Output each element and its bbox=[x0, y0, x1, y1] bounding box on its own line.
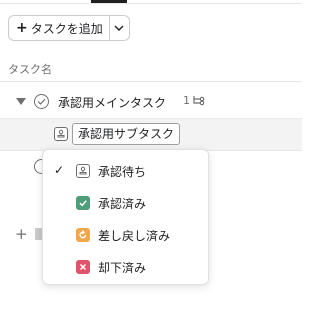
header-divider bbox=[0, 81, 302, 82]
checkmark-icon bbox=[37, 98, 46, 105]
menu-item-label: 承認待ち bbox=[98, 165, 147, 179]
menu-item-rejected[interactable]: 却下済み bbox=[43, 252, 208, 282]
add-task-button[interactable]: + タスクを追加 bbox=[9, 16, 110, 40]
task-row-parent[interactable]: 承認用メインタスク 1 bbox=[0, 90, 302, 114]
subtask-count[interactable]: 1 bbox=[183, 94, 206, 107]
subtask-icon bbox=[193, 96, 205, 106]
task-row-subtask[interactable]: 承認用サブタスク bbox=[0, 119, 302, 150]
approval-pending-icon bbox=[57, 129, 65, 138]
plus-icon: + bbox=[16, 20, 28, 36]
menu-item-label: 却下済み bbox=[98, 261, 147, 275]
menu-item-changes-requested[interactable]: 差し戻し済み bbox=[43, 220, 208, 250]
complete-check-button[interactable] bbox=[34, 94, 49, 109]
add-task-button-group: + タスクを追加 bbox=[8, 15, 130, 41]
menu-item-pending[interactable]: ✓ 承認待ち bbox=[43, 156, 208, 186]
rejected-x-icon bbox=[76, 260, 90, 274]
check-icon: ✓ bbox=[54, 163, 65, 177]
menu-item-approved[interactable]: 承認済み bbox=[43, 188, 208, 218]
subtask-count-value: 1 bbox=[183, 94, 190, 107]
top-divider bbox=[0, 3, 302, 4]
add-task-label: タスクを追加 bbox=[30, 21, 103, 36]
approval-status-menu: ✓ 承認待ち 承認済み 差し戻し済み 却下済み bbox=[42, 149, 209, 285]
add-section-label-partial bbox=[35, 228, 42, 240]
add-task-dropdown-button[interactable] bbox=[110, 16, 129, 40]
changes-requested-icon bbox=[76, 228, 90, 242]
approval-pending-icon bbox=[76, 164, 90, 178]
approval-status-button[interactable] bbox=[54, 127, 68, 141]
chevron-down-icon bbox=[114, 25, 124, 31]
subtask-title-input[interactable]: 承認用サブタスク bbox=[72, 123, 181, 145]
plus-icon[interactable]: + bbox=[15, 227, 28, 242]
menu-item-label: 差し戻し済み bbox=[98, 229, 171, 243]
expand-caret-icon[interactable] bbox=[16, 98, 26, 105]
approved-check-icon bbox=[76, 196, 90, 210]
column-header-task-name[interactable]: タスク名 bbox=[8, 61, 52, 77]
task-title[interactable]: 承認用メインタスク bbox=[58, 94, 166, 111]
menu-item-label: 承認済み bbox=[98, 197, 147, 211]
